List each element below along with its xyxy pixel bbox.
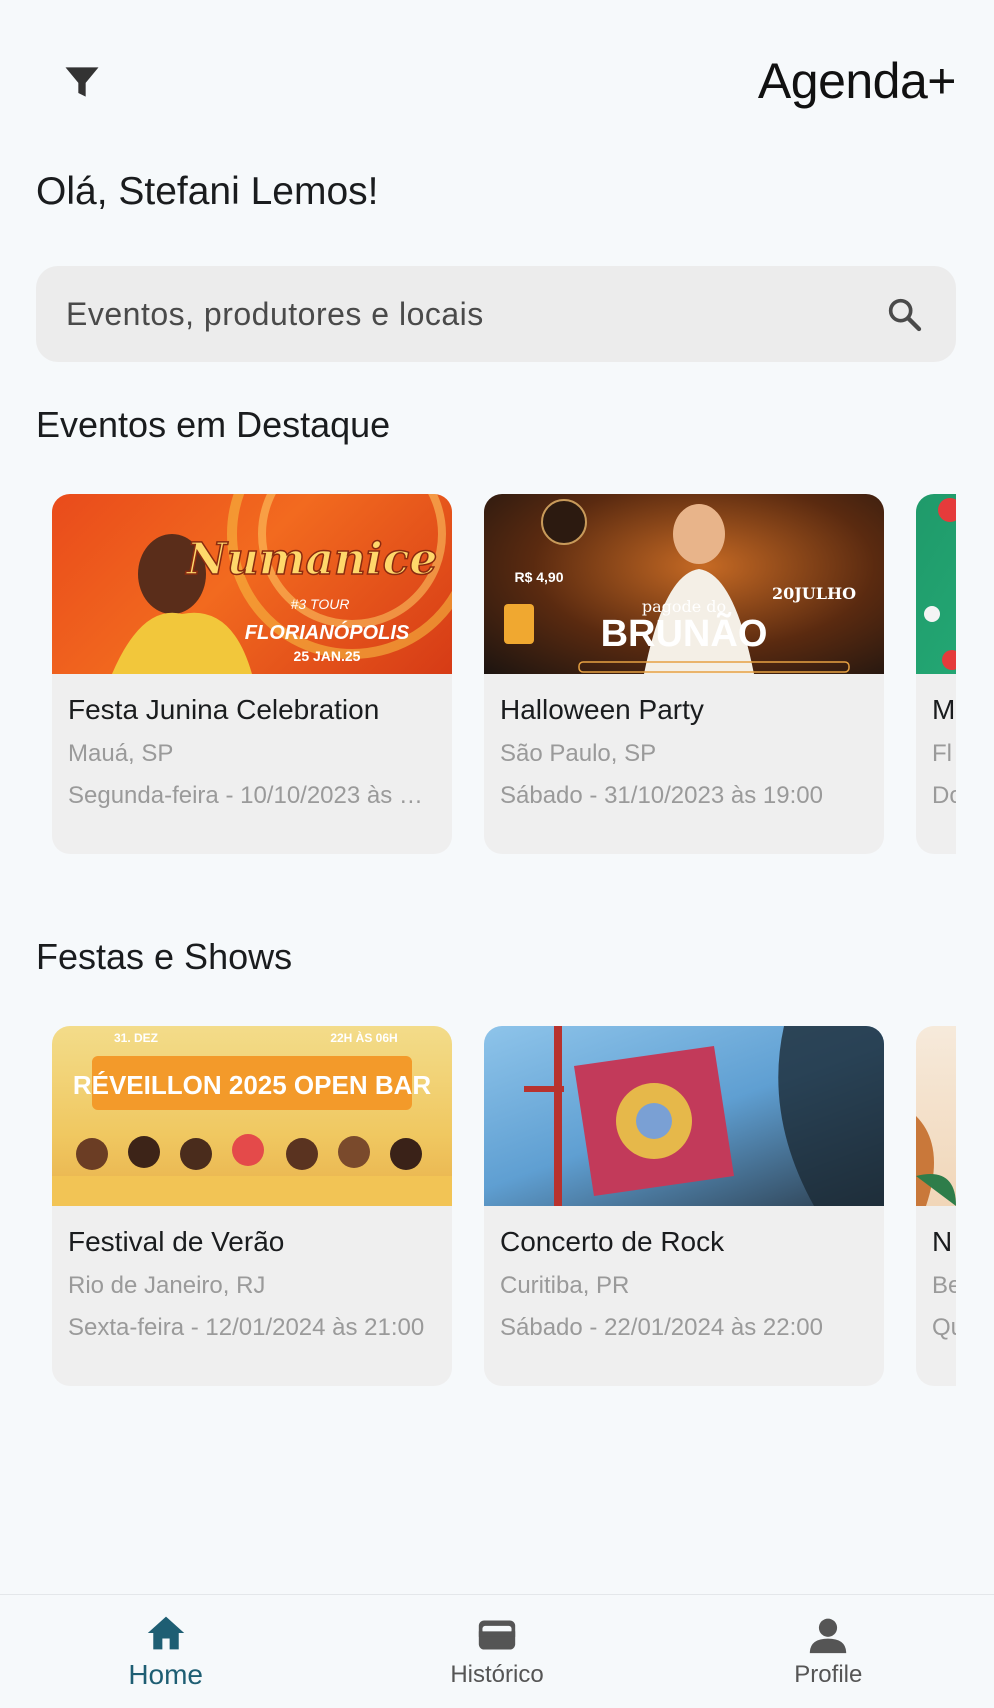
poster-text: 22H ÀS 06H (330, 1030, 397, 1045)
person-icon (810, 1618, 847, 1653)
event-date: Qu (932, 1314, 956, 1341)
poster-text: R$ 4,90 (514, 569, 563, 585)
nav-label: Histórico (450, 1660, 544, 1688)
event-location: Fl (932, 740, 952, 767)
poster-text: #3 TOUR (291, 596, 350, 612)
wallet-icon (478, 1619, 516, 1650)
event-date: Segunda-feira - 10/10/2023 às 18:00 (68, 782, 436, 809)
event-location: Rio de Janeiro, RJ (68, 1272, 266, 1299)
event-name: Festa Junina Celebration (68, 694, 380, 725)
poster-text: 31. DEZ (114, 1031, 158, 1045)
event-date: Sábado - 31/10/2023 às 19:00 (500, 782, 823, 809)
carousel-destaque[interactable]: Numanice #3 TOUR FLORIANÓPOLIS 25 JAN.25… (52, 494, 956, 854)
event-name: M (932, 694, 956, 725)
event-image (916, 1026, 956, 1206)
event-name: Festival de Verão (68, 1226, 285, 1257)
nav-label: Home (128, 1658, 204, 1690)
poster-text: BRUNÃO (601, 611, 768, 655)
poster-text: 20JULHO (772, 584, 856, 603)
greeting: Olá, Stefani Lemos! (36, 170, 379, 213)
nav-historico[interactable]: Histórico (331, 1595, 662, 1708)
poster-text: Numanice (185, 534, 438, 585)
poster-text: FLORIANÓPOLIS (245, 620, 410, 644)
event-location: São Paulo, SP (500, 740, 657, 767)
section-title-destaque: Eventos em Destaque (36, 404, 391, 445)
nav-label: Profile (794, 1660, 863, 1688)
event-image: Numanice #3 TOUR FLORIANÓPOLIS 25 JAN.25 (52, 494, 452, 674)
event-image: pagode do BRUNÃO 20JULHO R$ 4,90 (484, 494, 884, 674)
event-date: Do (932, 782, 956, 809)
bottom-nav: Home Histórico Profile (0, 1594, 994, 1708)
event-card[interactable]: Concerto de Rock Curitiba, PR Sábado - 2… (484, 1026, 884, 1386)
event-card[interactable]: RÉVEILLON 2025 OPEN BAR 31. DEZ 22H ÀS 0… (52, 1026, 452, 1386)
poster-text: RÉVEILLON 2025 OPEN BAR (73, 1070, 432, 1100)
event-location: Mauá, SP (68, 740, 174, 767)
event-card[interactable]: Numanice #3 TOUR FLORIANÓPOLIS 25 JAN.25… (52, 494, 452, 854)
filter-button[interactable] (52, 56, 112, 108)
event-card[interactable]: pagode do BRUNÃO 20JULHO R$ 4,90 Hallowe… (484, 494, 884, 854)
filter-icon (65, 67, 99, 97)
search-bar[interactable] (36, 266, 956, 362)
nav-profile[interactable]: Profile (663, 1595, 994, 1708)
search-icon[interactable] (882, 292, 926, 336)
event-name: Halloween Party (500, 694, 704, 725)
event-card[interactable]: N Be Qu (916, 1026, 956, 1386)
event-name: N (932, 1226, 953, 1257)
poster-text: 25 JAN.25 (294, 648, 361, 664)
nav-home[interactable]: Home (0, 1595, 331, 1708)
event-date: Sexta-feira - 12/01/2024 às 21:00 (68, 1314, 425, 1341)
home-icon (147, 1616, 184, 1649)
section-title-festas: Festas e Shows (36, 936, 293, 977)
event-location: Be (932, 1272, 956, 1299)
search-input[interactable] (66, 295, 882, 333)
event-image (916, 494, 956, 674)
carousel-festas[interactable]: RÉVEILLON 2025 OPEN BAR 31. DEZ 22H ÀS 0… (52, 1026, 956, 1386)
event-name: Concerto de Rock (500, 1226, 725, 1257)
event-image (484, 1026, 884, 1206)
app-title: Agenda+ (757, 53, 957, 109)
top-bar: Agenda+ (0, 0, 994, 160)
event-image: RÉVEILLON 2025 OPEN BAR 31. DEZ 22H ÀS 0… (52, 1026, 452, 1206)
event-card[interactable]: M Fl Do (916, 494, 956, 854)
event-location: Curitiba, PR (500, 1272, 630, 1299)
event-date: Sábado - 22/01/2024 às 22:00 (500, 1314, 823, 1341)
